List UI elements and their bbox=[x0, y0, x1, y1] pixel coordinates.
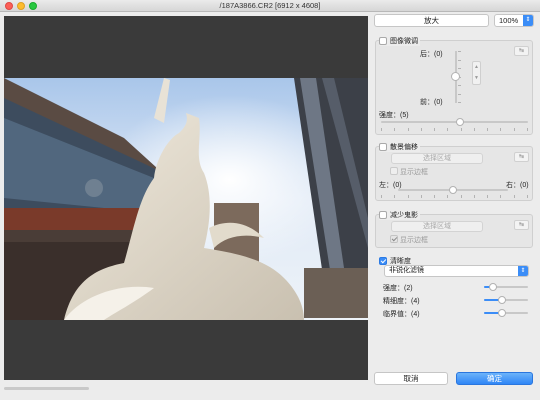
filter-value: 非锐化滤镜 bbox=[389, 267, 424, 274]
bokeh-shift-title: 散景偏移 bbox=[390, 144, 418, 151]
bokeh-show-border-checkbox[interactable] bbox=[390, 167, 398, 175]
ok-button[interactable]: 确定 bbox=[456, 372, 533, 385]
window-title: /187A3866.CR2 [6912 x 4608] bbox=[219, 1, 321, 10]
ghosting-group: 减少鬼影 选择区域 ↹ 显示边框 bbox=[375, 210, 533, 248]
ghosting-title: 减少鬼影 bbox=[390, 212, 418, 219]
fine-tune-group: 图像微调 后：(0) 前：(0) ▲ ▼ ↹ 强度：(5) bbox=[375, 36, 533, 135]
bokeh-shift-slider[interactable] bbox=[398, 186, 508, 194]
preview-photo bbox=[4, 78, 368, 320]
ghosting-select-area-button[interactable]: 选择区域 bbox=[391, 221, 483, 232]
zoom-button[interactable]: 放大 bbox=[374, 14, 489, 27]
fine-tune-strength-slider[interactable] bbox=[381, 118, 528, 126]
fine-tune-vertical-thumb[interactable] bbox=[451, 72, 460, 81]
sharpness-fineness-slider[interactable] bbox=[484, 296, 528, 304]
sharpness-filter-select[interactable]: 非锐化滤镜 ⇕ bbox=[384, 265, 529, 277]
fine-tune-title: 图像微调 bbox=[390, 38, 418, 45]
cancel-button[interactable]: 取消 bbox=[374, 372, 448, 385]
sharpness-threshold-label: 临界值：(4) bbox=[383, 311, 420, 318]
chevron-updown-icon: ⇕ bbox=[523, 15, 533, 26]
fine-tune-checkbox[interactable] bbox=[379, 37, 387, 45]
back-label: 后：(0) bbox=[420, 51, 443, 58]
horizontal-scrollbar[interactable] bbox=[4, 387, 89, 390]
title-bar: /187A3866.CR2 [6912 x 4608] bbox=[0, 0, 540, 12]
sharpness-fineness-label: 精细度：(4) bbox=[383, 298, 420, 305]
front-label: 前：(0) bbox=[420, 99, 443, 106]
slider-thumb[interactable] bbox=[497, 309, 506, 317]
zoom-value: 100% bbox=[499, 16, 519, 25]
chevron-up-icon[interactable]: ▲ bbox=[473, 62, 480, 73]
sharpness-threshold-slider[interactable] bbox=[484, 309, 528, 317]
sharpness-strength-slider[interactable] bbox=[484, 283, 528, 291]
slider-thumb[interactable] bbox=[449, 186, 457, 194]
chevron-down-icon[interactable]: ▼ bbox=[473, 73, 480, 84]
fine-tune-stepper[interactable]: ▲ ▼ bbox=[472, 61, 481, 85]
sharpness-checkbox[interactable] bbox=[379, 257, 387, 265]
reset-icon[interactable]: ↹ bbox=[514, 46, 529, 56]
reset-icon[interactable]: ↹ bbox=[514, 152, 529, 162]
zoom-select[interactable]: 100% ⇕ bbox=[494, 14, 534, 27]
slider-thumb[interactable] bbox=[497, 296, 506, 304]
ghosting-checkbox[interactable] bbox=[379, 211, 387, 219]
bokeh-select-area-button[interactable]: 选择区域 bbox=[391, 153, 483, 164]
image-preview[interactable] bbox=[4, 16, 368, 380]
ghosting-show-border-checkbox[interactable] bbox=[390, 235, 398, 243]
slider-thumb[interactable] bbox=[488, 283, 497, 291]
sharpness-strength-label: 强度：(2) bbox=[383, 285, 413, 292]
bokeh-shift-group: 散景偏移 选择区域 ↹ 显示边框 左：(0) 右：(0) bbox=[375, 142, 533, 201]
bokeh-right-label: 右：(0) bbox=[506, 182, 529, 189]
ghosting-show-border-label: 显示边框 bbox=[400, 237, 428, 244]
reset-icon[interactable]: ↹ bbox=[514, 220, 529, 230]
bokeh-show-border-label: 显示边框 bbox=[400, 169, 428, 176]
chevron-updown-icon: ⇕ bbox=[518, 266, 528, 276]
bokeh-shift-checkbox[interactable] bbox=[379, 143, 387, 151]
slider-thumb[interactable] bbox=[456, 118, 465, 126]
